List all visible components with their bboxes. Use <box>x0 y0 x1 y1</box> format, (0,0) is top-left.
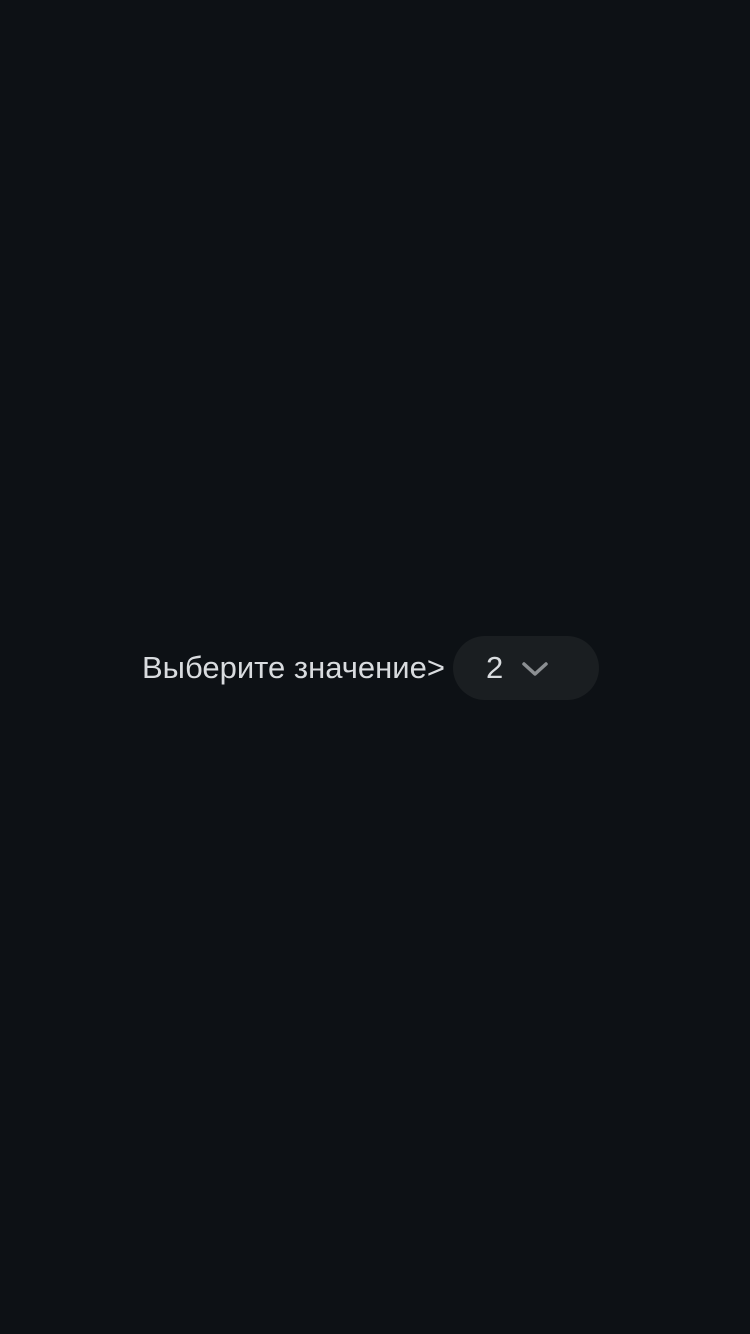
selected-value: 2 <box>485 650 504 685</box>
screen: Выберите значение> 2 <box>0 0 750 1334</box>
picker-label: Выберите значение> <box>142 650 445 685</box>
chevron-down-icon <box>522 662 548 676</box>
value-select[interactable]: 2 <box>452 636 599 700</box>
value-picker-row: Выберите значение> 2 <box>142 636 599 700</box>
